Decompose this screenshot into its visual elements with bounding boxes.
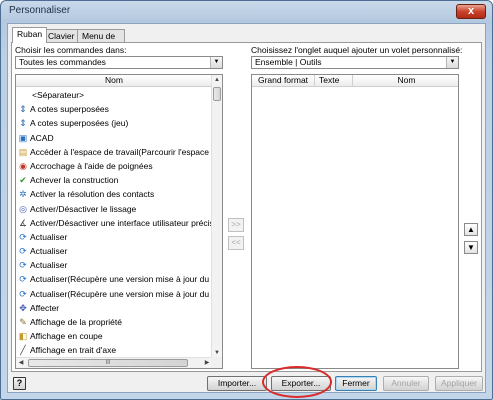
list-item[interactable]: ⇕ A cotes superposées (jeu)	[16, 116, 217, 130]
scroll-left-icon[interactable]: ◀	[16, 358, 26, 368]
dropdown-arrow-icon[interactable]: ▼	[446, 57, 458, 68]
column-header-nom-right[interactable]: Nom	[353, 75, 458, 87]
dialog-client-area: Ruban Clavier Menu de marquage Choisir l…	[7, 23, 486, 393]
list-item[interactable]: ✎ Affichage de la propriété	[16, 315, 217, 329]
list-item[interactable]: ◉ Accrochage à l'aide de poignées	[16, 159, 217, 173]
smooth-icon: ◎	[19, 203, 27, 214]
stacked-dims-set-icon: ⇕	[19, 118, 27, 129]
list-item-label: Accrochage à l'aide de poignées	[30, 160, 153, 171]
refresh-icon: ⟳	[19, 246, 27, 257]
list-item[interactable]: ╱ Affichage en trait d'axe	[16, 343, 217, 357]
contact-icon: ✲	[19, 189, 27, 200]
tab-menu-de-marquage[interactable]: Menu de marquage	[77, 29, 126, 53]
list-item[interactable]: ◎ Activer/Désactiver le lissage	[16, 202, 217, 216]
centerline-icon: ╱	[20, 345, 26, 356]
refresh-icon: ⟳	[19, 260, 27, 271]
commands-rows: <Séparateur> ⇕ A cotes superposées ⇕ A cotes…	[16, 88, 217, 358]
list-item[interactable]: ✔ Achever la construction	[16, 173, 217, 187]
target-tab-label: Choisissez l'onglet auquel ajouter un vo…	[251, 45, 463, 55]
list-item-label: Actualiser(Récupère une version mise à j…	[30, 274, 217, 285]
list-item[interactable]: <Séparateur>	[16, 88, 217, 102]
list-item-label: A cotes superposées	[30, 104, 109, 115]
window-title: Personnaliser	[9, 5, 71, 16]
list-item-label: Activer/Désactiver le lissage	[30, 203, 137, 214]
acad-icon: ▣	[18, 132, 28, 143]
tab-clavier[interactable]: Clavier	[43, 29, 80, 42]
target-tab-combo[interactable]: Ensemble | Outils ▼	[251, 56, 459, 69]
target-tab-value: Ensemble | Outils	[255, 57, 322, 67]
add-command-button[interactable]: >>	[228, 218, 244, 232]
commands-list[interactable]: Nom <Séparateur> ⇕ A cotes superposées ⇕ A c…	[15, 74, 223, 369]
list-item-label: Actualiser(Récupère une version mise à j…	[30, 288, 217, 299]
list-item-label: Activer la résolution des contacts	[30, 189, 155, 200]
scroll-corner	[211, 357, 222, 368]
list-item[interactable]: ⟳ Actualiser	[16, 258, 217, 272]
cancel-button[interactable]: Annuler	[383, 376, 429, 391]
list-item[interactable]: ▤ Accéder à l'espace de travail(Parcourir…	[16, 145, 217, 159]
close-window-button[interactable]: x	[456, 4, 486, 19]
commands-source-value: Toutes les commandes	[19, 57, 106, 67]
list-item[interactable]: ✥ Affecter	[16, 301, 217, 315]
commands-horizontal-scrollbar[interactable]: ◀ III ▶	[16, 357, 212, 368]
list-item-label: ACAD	[30, 132, 54, 143]
refresh-icon: ⟳	[19, 231, 27, 242]
commands-source-combo[interactable]: Toutes les commandes ▼	[15, 56, 223, 69]
dropdown-arrow-icon[interactable]: ▼	[210, 57, 222, 68]
customize-dialog: Personnaliser x Ruban Clavier Menu de ma…	[0, 0, 493, 400]
scroll-up-icon[interactable]: ▲	[212, 75, 222, 85]
refresh-file-icon: ⟳	[19, 274, 27, 285]
move-up-button[interactable]: ▲	[464, 223, 478, 236]
list-item-label: <Séparateur>	[32, 90, 84, 100]
list-item-label: Activer/Désactiver une interface utilisa…	[30, 217, 217, 228]
commands-vertical-scrollbar[interactable]: ▲ ▼	[211, 75, 222, 358]
list-item-label: Affichage en coupe	[30, 331, 103, 342]
list-item-label: A cotes superposées (jeu)	[30, 118, 129, 129]
stacked-dims-icon: ⇕	[19, 104, 27, 115]
refresh-file-icon: ⟳	[19, 288, 27, 299]
list-item[interactable]: ⟳ Actualiser	[16, 244, 217, 258]
section-view-icon: ◧	[18, 331, 28, 342]
column-header-nom[interactable]: Nom	[16, 75, 212, 87]
import-button[interactable]: Importer...	[207, 376, 267, 391]
horizontal-scroll-thumb[interactable]: III	[28, 359, 188, 367]
assign-icon: ✥	[19, 302, 27, 313]
apply-button[interactable]: Appliquer	[435, 376, 483, 391]
close-button[interactable]: Fermer	[335, 376, 377, 391]
commands-source-label: Choisir les commandes dans:	[15, 45, 127, 55]
grip-snap-icon: ◉	[19, 160, 27, 171]
move-down-button[interactable]: ▼	[464, 241, 478, 254]
help-button[interactable]: ?	[13, 377, 26, 390]
list-item-label: Accéder à l'espace de travail(Parcourir …	[30, 146, 217, 157]
list-item-label: Affichage de la propriété	[30, 317, 122, 327]
list-item[interactable]: ⟳ Actualiser(Récupère une version mise à …	[16, 272, 217, 286]
list-item-label: Actualiser	[30, 260, 68, 271]
list-item[interactable]: ⇕ A cotes superposées	[16, 102, 217, 116]
list-item[interactable]: ⟳ Actualiser	[16, 230, 217, 244]
checkmark-icon: ✔	[19, 175, 27, 186]
title-bar: Personnaliser x	[1, 1, 492, 21]
list-item[interactable]: ∡ Activer/Désactiver une interface utilis…	[16, 216, 217, 230]
list-item-label: Affichage en trait d'axe	[30, 345, 117, 356]
list-item-label: Achever la construction	[30, 175, 119, 186]
column-header-texte[interactable]: Texte	[315, 75, 353, 87]
list-item[interactable]: ▣ ACAD	[16, 131, 217, 145]
ribbon-tab-panel: Choisir les commandes dans: Toutes les c…	[11, 42, 482, 372]
remove-command-button[interactable]: <<	[228, 236, 244, 250]
custom-panel-list[interactable]: Grand format Texte Nom	[251, 74, 459, 369]
list-item[interactable]: ⟳ Actualiser(Récupère une version mise à …	[16, 287, 217, 301]
vertical-scroll-thumb[interactable]	[213, 87, 221, 101]
export-button[interactable]: Exporter...	[271, 376, 331, 391]
list-item[interactable]: ✲ Activer la résolution des contacts	[16, 187, 217, 201]
list-item-label: Affecter	[30, 302, 60, 313]
list-item-label: Actualiser	[30, 246, 68, 257]
list-item-label: Actualiser	[30, 231, 68, 242]
workspace-icon: ▤	[18, 146, 28, 157]
precise-ui-icon: ∡	[18, 217, 28, 228]
property-icon: ✎	[19, 317, 27, 327]
column-header-grand-format[interactable]: Grand format	[252, 75, 315, 87]
tab-ruban[interactable]: Ruban	[12, 27, 48, 43]
list-item[interactable]: ◧ Affichage en coupe	[16, 329, 217, 343]
